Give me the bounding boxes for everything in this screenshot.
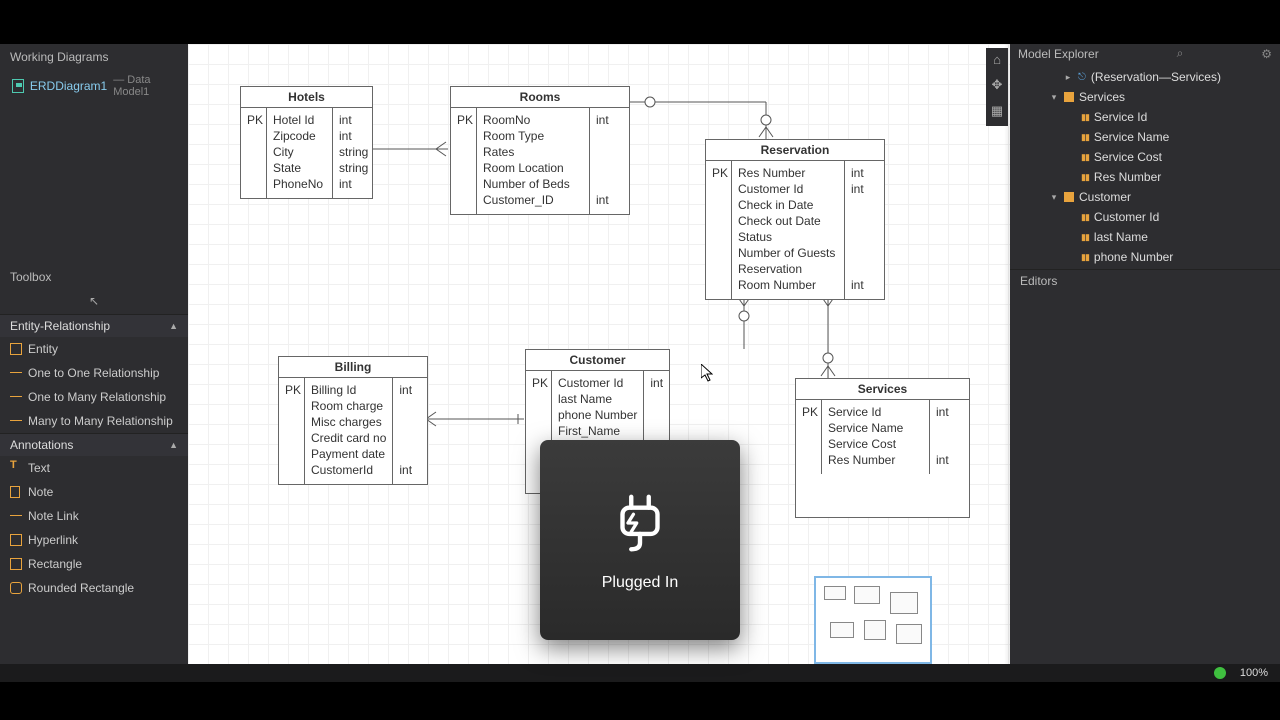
tool-note-link[interactable]: Note Link [0, 504, 188, 528]
entity-title: Rooms [451, 87, 629, 108]
tree-node[interactable]: ▮▮Customer Id [1010, 207, 1280, 227]
cursor-icon: ↖ [89, 294, 99, 308]
rounded-rectangle-icon [10, 582, 22, 594]
app-root: Working Diagrams ERDDiagram1 — Data Mode… [0, 44, 1280, 674]
working-diagram-item[interactable]: ERDDiagram1 — Data Model1 [0, 68, 188, 104]
column-icon: ▮▮ [1081, 152, 1089, 163]
tree-node-customer[interactable]: ▾Customer [1010, 187, 1280, 207]
table-icon [1064, 192, 1074, 202]
tree-node[interactable]: ▮▮Service Id [1010, 107, 1280, 127]
many-to-many-icon [10, 415, 22, 427]
pointer-tool[interactable]: ↖ [0, 288, 188, 314]
column-icon: ▮▮ [1081, 252, 1089, 263]
left-panel: Working Diagrams ERDDiagram1 — Data Mode… [0, 44, 188, 674]
toast-label: Plugged In [602, 574, 679, 592]
status-ok-icon [1214, 667, 1226, 679]
working-diagrams-title: Working Diagrams [0, 44, 188, 68]
entity-title: Customer [526, 350, 669, 371]
tool-note[interactable]: Note [0, 480, 188, 504]
tree-node[interactable]: ▮▮Res Number [1010, 167, 1280, 187]
tree-node[interactable]: ▸⎋(Reservation—Services) [1010, 67, 1280, 87]
home-icon[interactable]: ⌂ [986, 48, 1008, 70]
entity-title: Billing [279, 357, 427, 378]
plugged-in-toast: Plugged In [540, 440, 740, 640]
gear-icon[interactable]: ⚙ [1261, 47, 1272, 61]
canvas-side-tools: ⌂ ✥ ▦ [986, 48, 1008, 126]
tool-one-to-one[interactable]: One to One Relationship [0, 361, 188, 385]
one-to-one-icon [10, 367, 22, 379]
diagram-name: ERDDiagram1 [30, 79, 107, 93]
note-link-icon [10, 510, 22, 522]
one-to-many-icon [10, 391, 22, 403]
entity-title: Reservation [706, 140, 884, 161]
zoom-level[interactable]: 100% [1240, 667, 1268, 679]
entity-icon [10, 343, 22, 355]
tool-hyperlink[interactable]: Hyperlink [0, 528, 188, 552]
entity-title: Hotels [241, 87, 372, 108]
tree-node[interactable]: ▮▮Service Cost [1010, 147, 1280, 167]
tool-rounded-rectangle[interactable]: Rounded Rectangle [0, 576, 188, 600]
model-tree[interactable]: ▸⎋(Reservation—Services) ▾Services ▮▮Ser… [1010, 65, 1280, 269]
search-icon[interactable]: ⌕ [1177, 46, 1184, 61]
tool-entity[interactable]: Entity [0, 337, 188, 361]
toolbox-title: Toolbox [0, 264, 188, 288]
column-icon: ▮▮ [1081, 112, 1089, 123]
minimap[interactable] [814, 576, 932, 664]
section-entity-relationship[interactable]: Entity-Relationship ▲ [0, 314, 188, 337]
entity-hotels[interactable]: Hotels PK Hotel Id Zipcode City State Ph… [240, 86, 373, 199]
status-bar: 100% [0, 664, 1280, 682]
tool-one-to-many[interactable]: One to Many Relationship [0, 385, 188, 409]
editors-title: Editors [1010, 269, 1280, 292]
chevron-up-icon: ▲ [169, 321, 178, 331]
column-icon: ▮▮ [1081, 232, 1089, 243]
table-icon [1064, 92, 1074, 102]
crosshair-icon[interactable]: ✥ [986, 74, 1008, 96]
model-explorer-header: Model Explorer ⌕ ⚙ [1010, 44, 1280, 65]
tree-node[interactable]: ▮▮phone Number [1010, 247, 1280, 267]
tree-node-services[interactable]: ▾Services [1010, 87, 1280, 107]
hyperlink-icon [10, 534, 22, 546]
column-icon: ▮▮ [1081, 212, 1089, 223]
plug-icon [605, 488, 675, 558]
chevron-up-icon: ▲ [169, 440, 178, 450]
reference-icon: ⎋ [1078, 72, 1086, 83]
tool-rectangle[interactable]: Rectangle [0, 552, 188, 576]
tool-many-to-many[interactable]: Many to Many Relationship [0, 409, 188, 433]
entity-services[interactable]: Services PK Service Id Service Name Serv… [795, 378, 970, 518]
text-icon: T [10, 459, 22, 471]
erd-file-icon [12, 79, 24, 93]
tree-node[interactable]: ▮▮Service Name [1010, 127, 1280, 147]
column-icon: ▮▮ [1081, 132, 1089, 143]
tool-text[interactable]: TText [0, 456, 188, 480]
entity-rooms[interactable]: Rooms PK RoomNo Room Type Rates Room Loc… [450, 86, 630, 215]
diagram-subtitle: — Data Model1 [113, 74, 176, 98]
note-icon [10, 486, 20, 498]
entity-billing[interactable]: Billing PK Billing Id Room charge Misc c… [278, 356, 428, 485]
rectangle-icon [10, 558, 22, 570]
grid-icon[interactable]: ▦ [986, 100, 1008, 122]
right-panel: ⌂ ✥ ▦ Model Explorer ⌕ ⚙ ▸⎋(Reservation—… [1010, 44, 1280, 674]
tree-node[interactable]: ▮▮last Name [1010, 227, 1280, 247]
entity-title: Services [796, 379, 969, 400]
entity-reservation[interactable]: Reservation PK Res Number Customer Id Ch… [705, 139, 885, 300]
column-icon: ▮▮ [1081, 172, 1089, 183]
section-annotations[interactable]: Annotations ▲ [0, 433, 188, 456]
